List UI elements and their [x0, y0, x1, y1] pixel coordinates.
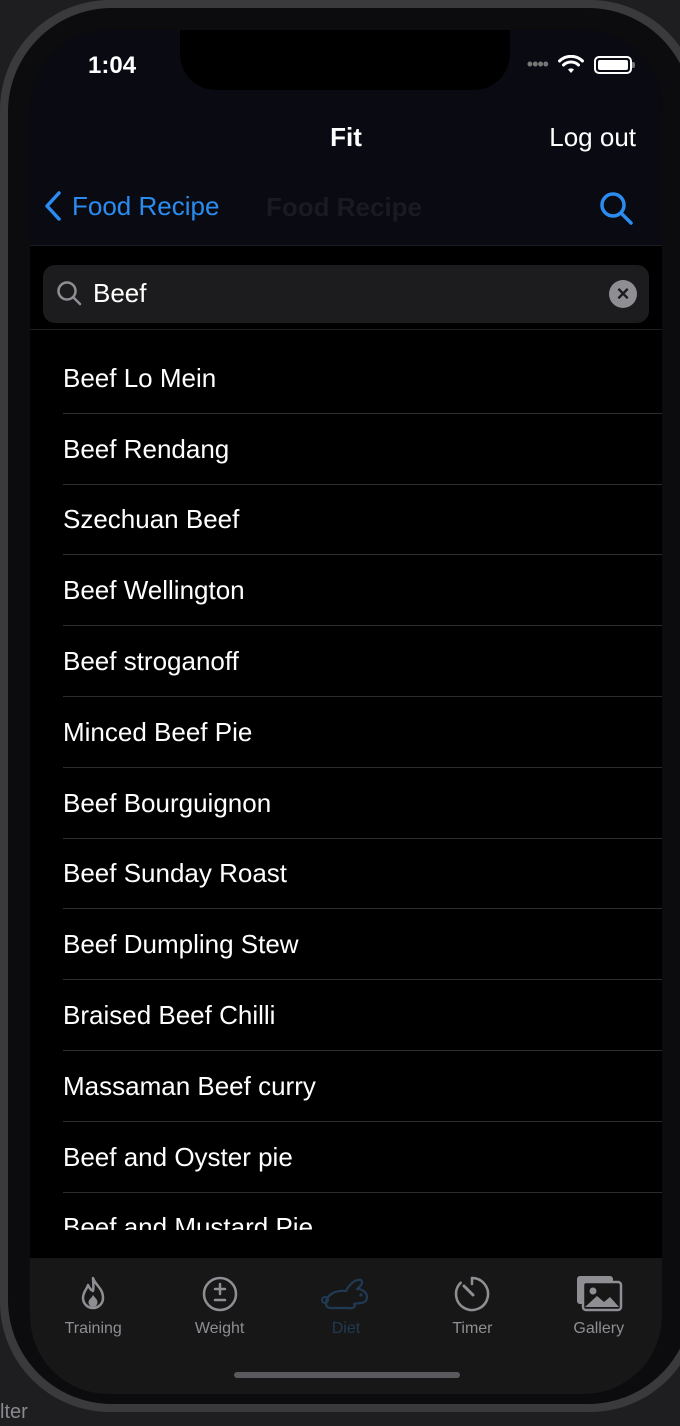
nav-divider — [30, 245, 662, 246]
search-divider — [30, 329, 662, 330]
app-screen: 1:04 •••• Fit Log out Food Recipe Food R… — [30, 30, 662, 1394]
plus-minus-icon — [202, 1276, 237, 1312]
photos-icon — [576, 1276, 622, 1312]
home-indicator — [234, 1372, 460, 1378]
list-item[interactable]: Beef and Mustard Pie — [30, 1193, 662, 1230]
search-input[interactable]: Beef — [93, 278, 147, 309]
tab-weight-label: Weight — [194, 1320, 245, 1337]
flame-icon — [81, 1276, 105, 1310]
list-item[interactable]: Beef and Oyster pie — [30, 1122, 662, 1193]
list-item[interactable]: Beef stroganoff — [30, 626, 662, 697]
list-item[interactable]: Massaman Beef curry — [30, 1051, 662, 1122]
wifi-icon — [558, 54, 584, 73]
notch — [180, 30, 510, 90]
back-button-label: Food Recipe — [72, 190, 220, 221]
timer-icon — [455, 1276, 490, 1312]
list-item[interactable]: Braised Beef Chilli — [30, 980, 662, 1051]
list-item[interactable]: Minced Beef Pie — [30, 697, 662, 768]
logout-button[interactable]: Log out — [549, 122, 636, 153]
battery-icon — [594, 55, 635, 74]
list-item[interactable]: Beef Bourguignon — [30, 768, 662, 839]
tab-training[interactable]: Training — [30, 1258, 156, 1394]
tab-gallery-label: Gallery — [573, 1320, 625, 1337]
magnifier-icon — [57, 281, 82, 306]
status-time: 1:04 — [88, 52, 137, 79]
rabbit-icon — [320, 1278, 369, 1310]
clear-search-icon[interactable]: × — [609, 280, 637, 308]
recipe-list: Beef Lo Mein Beef Rendang Szechuan Beef … — [30, 343, 662, 1230]
back-button[interactable]: Food Recipe — [42, 190, 219, 222]
search-icon[interactable] — [598, 190, 634, 226]
list-item[interactable]: Beef Sunday Roast — [30, 839, 662, 910]
search-field[interactable]: Beef × — [43, 265, 649, 323]
cellular-signal-icon: •••• — [526, 54, 549, 74]
list-item[interactable]: Beef Wellington — [30, 555, 662, 626]
chevron-left-icon — [45, 191, 61, 221]
status-indicators: •••• — [526, 54, 635, 75]
list-item[interactable]: Beef Lo Mein — [30, 343, 662, 414]
nav-title: Food Recipe — [266, 192, 423, 222]
tab-training-label: Training — [64, 1320, 122, 1337]
filter-label: lter — [0, 1401, 28, 1423]
list-item[interactable]: Szechuan Beef — [30, 485, 662, 556]
list-item[interactable]: Beef Dumpling Stew — [30, 909, 662, 980]
tab-gallery[interactable]: Gallery — [536, 1258, 662, 1394]
tab-timer-label: Timer — [452, 1320, 493, 1337]
list-item[interactable]: Beef Rendang — [30, 414, 662, 485]
tab-diet-label: Diet — [331, 1320, 361, 1337]
